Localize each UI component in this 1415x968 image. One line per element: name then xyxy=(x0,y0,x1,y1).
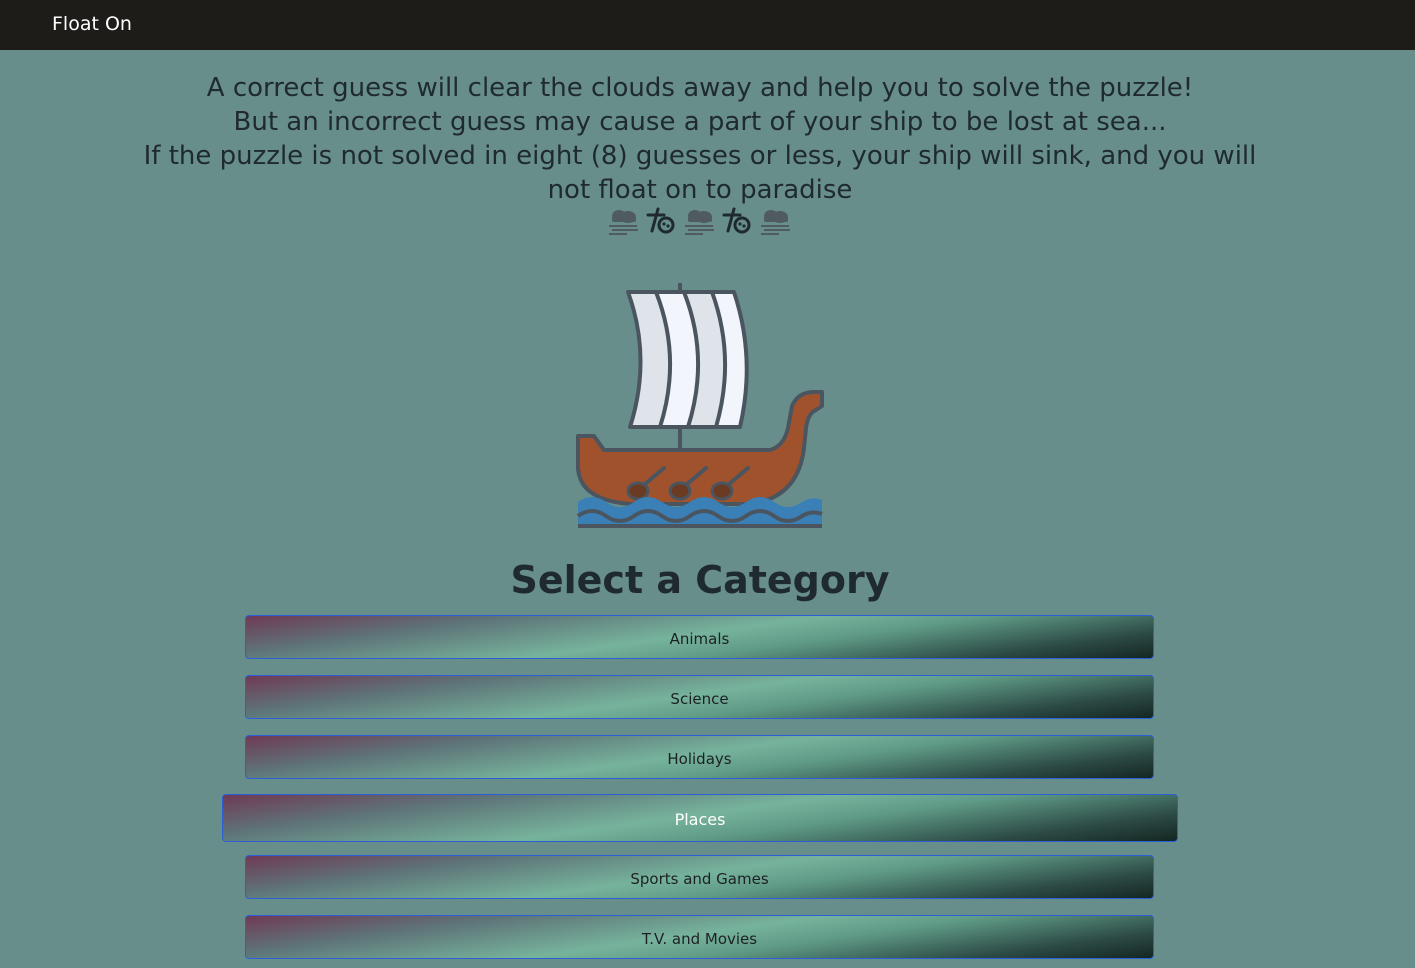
category-places-button[interactable]: Places xyxy=(222,794,1178,842)
category-sports-and-games-button[interactable]: Sports and Games xyxy=(245,855,1154,899)
viking-ship-icon xyxy=(576,283,824,528)
category-science-button[interactable]: Science xyxy=(245,675,1154,719)
weather-row xyxy=(600,200,800,242)
brand-link[interactable]: Float On xyxy=(52,12,132,36)
navbar: Float On xyxy=(0,0,1415,50)
instruction-line-2: But an incorrect guess may cause a part … xyxy=(233,107,1167,137)
category-animals-button[interactable]: Animals xyxy=(245,615,1154,659)
fog-cloud-icon xyxy=(761,210,790,235)
wind-icon xyxy=(722,207,751,234)
instruction-line-3: If the puzzle is not solved in eight (8)… xyxy=(143,141,1257,205)
category-heading: Select a Category xyxy=(510,558,890,602)
fog-cloud-icon xyxy=(609,210,638,235)
category-holidays-button[interactable]: Holidays xyxy=(245,735,1154,779)
wind-icon xyxy=(646,207,675,234)
instructions: A correct guess will clear the clouds aw… xyxy=(140,71,1260,207)
instruction-line-1: A correct guess will clear the clouds aw… xyxy=(206,73,1194,103)
fog-cloud-icon xyxy=(685,210,714,235)
category-tv-and-movies-button[interactable]: T.V. and Movies xyxy=(245,915,1154,959)
